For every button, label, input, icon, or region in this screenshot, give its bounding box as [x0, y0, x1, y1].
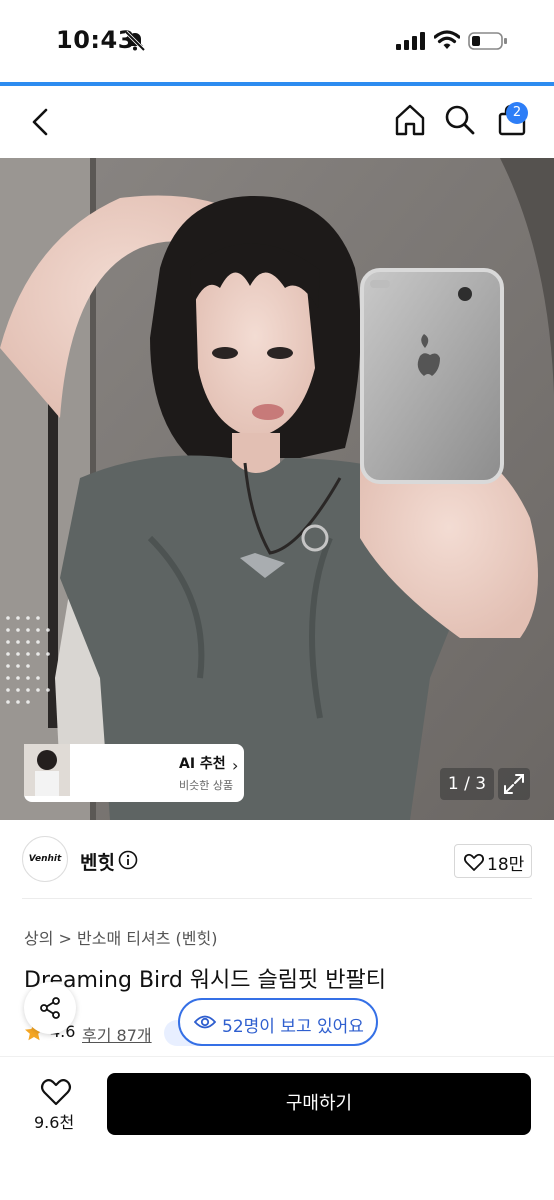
back-arrow-icon[interactable] [24, 104, 60, 140]
image-pager: 1 / 3 [440, 768, 494, 800]
review-count-link[interactable]: 후기 87개 [82, 1022, 152, 1046]
recommendation-thumbnail[interactable] [24, 744, 169, 799]
product-photo [0, 158, 554, 820]
heart-icon [463, 853, 485, 871]
chevron-right-icon: › [232, 756, 239, 775]
buy-button[interactable]: 구매하기 [107, 1073, 531, 1135]
expand-image-button[interactable] [498, 768, 530, 800]
search-icon[interactable] [442, 102, 478, 138]
ai-recommendation-subtitle: 비슷한 상품 [179, 779, 234, 792]
brand-like-count: 18만 [487, 855, 525, 875]
recommendation-thumbnail[interactable] [24, 744, 121, 799]
cellular-signal-icon [396, 32, 425, 50]
bottom-purchase-bar: 9.6천 구매하기 [0, 1056, 554, 1200]
heart-icon[interactable] [40, 1077, 72, 1107]
live-viewers-text: 52명이 보고 있어요 [222, 1017, 364, 1037]
expand-icon [504, 774, 524, 794]
top-nav-bar: 2 [0, 86, 554, 158]
live-viewers-pill: 52명이 보고 있어요 [178, 998, 378, 1046]
share-button[interactable] [24, 982, 76, 1034]
product-image-carousel[interactable]: AI 추천 비슷한 상품 › 1 / 3 [0, 158, 554, 820]
brand-row: Venhit 벤힛 18만 [0, 820, 554, 900]
brand-logo[interactable]: Venhit [22, 836, 68, 882]
info-icon[interactable] [118, 850, 138, 870]
bell-off-icon [124, 30, 146, 52]
share-icon [40, 997, 60, 1019]
status-bar: 10:43 [0, 0, 554, 84]
battery-icon [468, 32, 507, 50]
product-title: Dreaming Bird 워시드 슬림핏 반팔티 [24, 968, 386, 993]
wifi-icon [434, 30, 460, 49]
ai-recommendation-text: AI 추천 비슷한 상품 [179, 753, 233, 793]
ai-recommendation-title: AI 추천 [179, 756, 226, 772]
category-breadcrumb[interactable]: 상의 > 반소매 티셔츠 (벤힛) [24, 925, 217, 949]
brand-name[interactable]: 벤힛 [80, 848, 115, 875]
eye-icon [194, 1015, 216, 1029]
brand-like-button[interactable]: 18만 [454, 844, 532, 878]
home-icon[interactable] [392, 102, 428, 138]
ai-recommendation-card[interactable]: AI 추천 비슷한 상품 › [24, 744, 244, 802]
section-divider [22, 898, 532, 899]
wishlist-count: 9.6천 [34, 1113, 75, 1132]
cart-count-badge: 2 [506, 102, 528, 124]
